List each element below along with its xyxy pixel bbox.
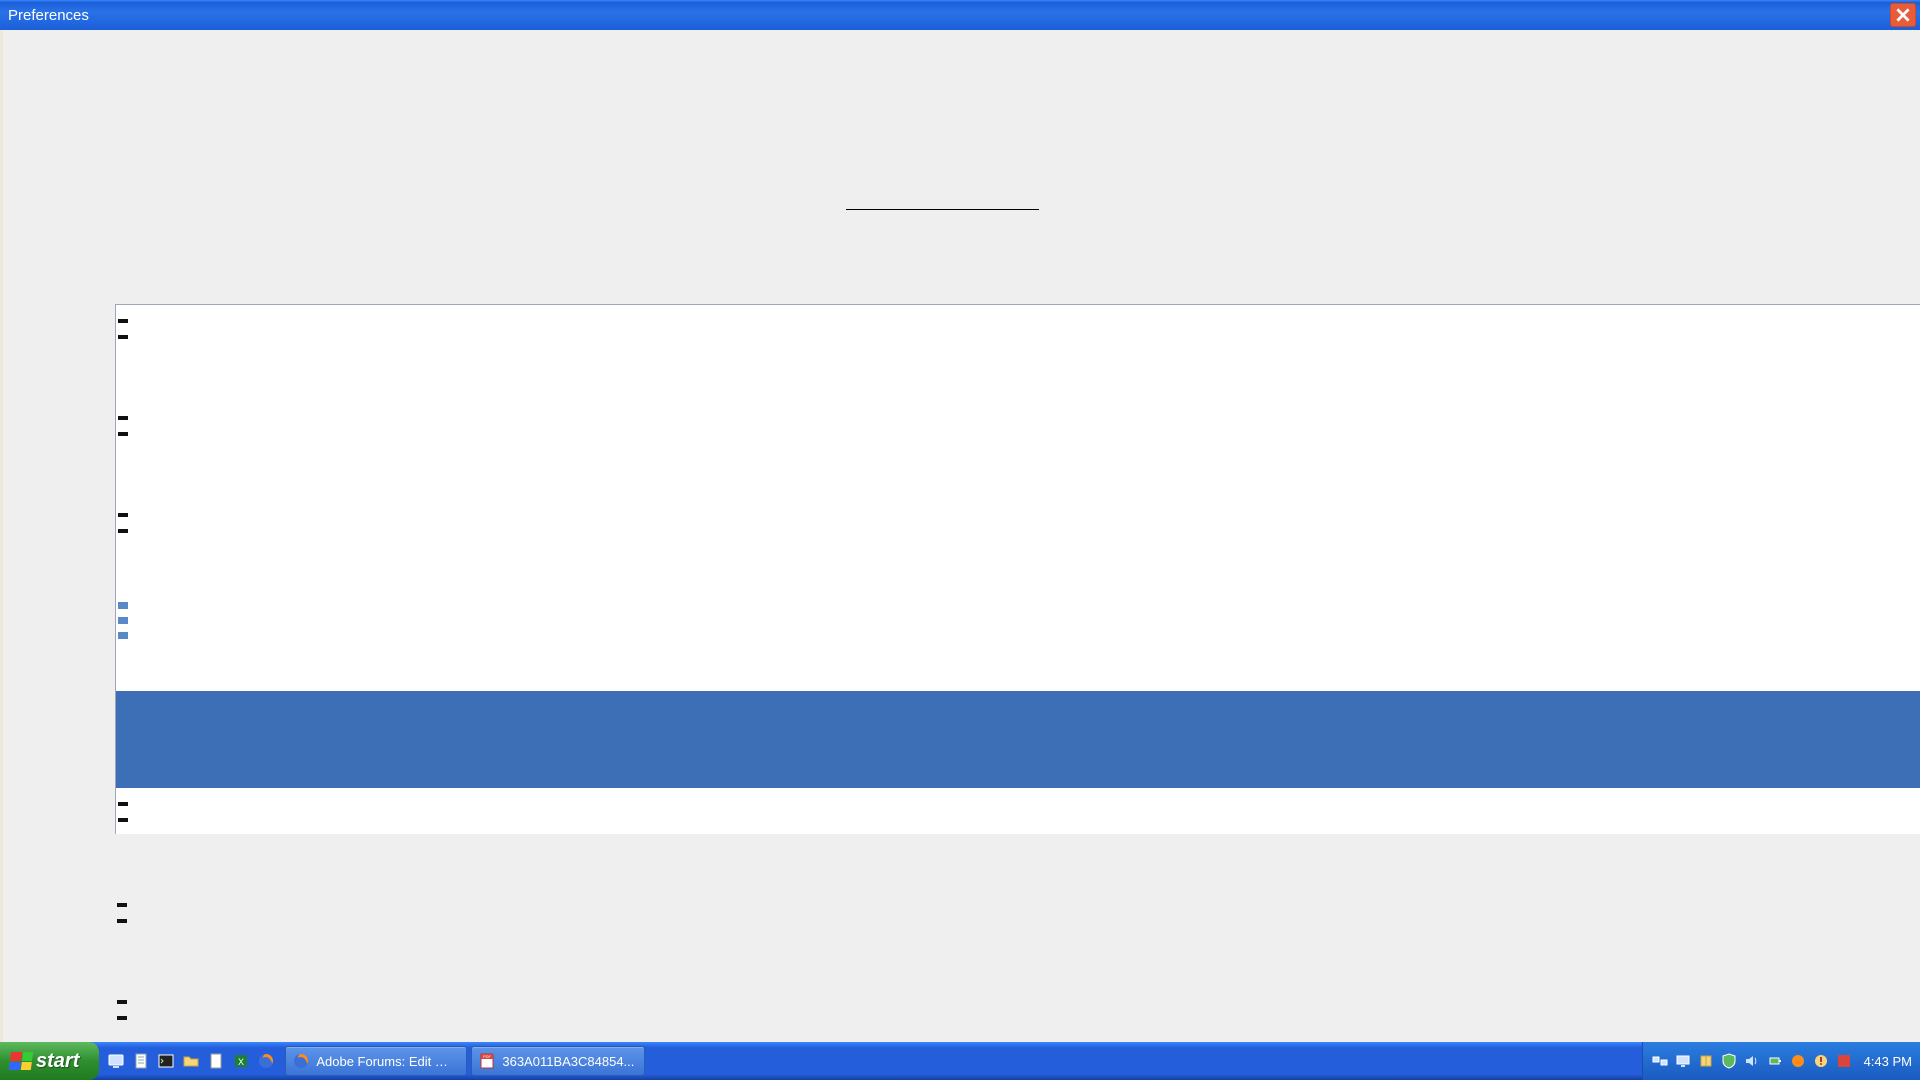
window-title: Preferences [8,7,89,24]
tray-app-icon[interactable] [1835,1052,1853,1070]
tray-av-icon[interactable] [1789,1052,1807,1070]
item-glyph [118,602,128,639]
list-item[interactable] [116,788,1920,834]
task-label: Adobe Forums: Edit M... [316,1054,456,1069]
list-item-selected[interactable] [116,691,1920,788]
list-item[interactable] [116,402,1920,499]
svg-text:X: X [238,1057,244,1067]
firefox-icon [292,1052,310,1070]
system-tray: 4:43 PM [1642,1042,1920,1080]
item-glyph [118,513,128,533]
list-item[interactable] [116,305,1920,402]
close-icon [1896,8,1910,22]
tray-zip-icon[interactable] [1697,1052,1715,1070]
folder-icon [183,1053,199,1069]
tray-power-icon[interactable] [1766,1052,1784,1070]
tray-volume-icon[interactable] [1743,1052,1761,1070]
categories-listbox[interactable] [115,304,1920,834]
ql-notepad[interactable] [130,1048,152,1074]
excel-icon: X [233,1053,249,1069]
ql-excel[interactable]: X [230,1048,252,1074]
start-label: start [36,1050,79,1073]
divider-line [846,209,1039,210]
item-glyph [118,802,128,822]
tray-update-icon[interactable] [1812,1052,1830,1070]
ql-explorer[interactable] [180,1048,202,1074]
taskbar-task-firefox[interactable]: Adobe Forums: Edit M... [285,1046,467,1076]
ql-show-desktop[interactable] [105,1048,127,1074]
item-glyph [117,903,127,923]
terminal-icon [158,1053,174,1069]
tray-network-icon[interactable] [1651,1052,1669,1070]
tray-monitor-icon[interactable] [1674,1052,1692,1070]
ql-terminal[interactable] [155,1048,177,1074]
list-item[interactable] [116,499,1920,596]
taskbar: start X Adobe Forums: Edit M... [0,1042,1920,1080]
start-button[interactable]: start [0,1042,99,1080]
quick-launch: X [99,1042,283,1080]
pdf-icon: PDF [478,1052,496,1070]
desktop-icon [108,1053,124,1069]
item-glyph [118,416,128,436]
taskbar-clock[interactable]: 4:43 PM [1858,1054,1912,1069]
item-glyph [117,1000,127,1020]
notepad-icon [133,1053,149,1069]
firefox-icon [258,1053,274,1069]
tray-shield-icon[interactable] [1720,1052,1738,1070]
svg-text:PDF: PDF [483,1054,492,1059]
windows-flag-icon [9,1052,34,1070]
ql-doc[interactable] [205,1048,227,1074]
close-button[interactable] [1890,3,1916,27]
document-icon [208,1053,224,1069]
task-label: 363A011BA3C84854... [502,1054,634,1069]
ql-firefox[interactable] [255,1048,277,1074]
taskbar-task-pdf[interactable]: PDF 363A011BA3C84854... [471,1046,645,1076]
titlebar: Preferences [0,0,1920,30]
item-glyph [118,319,128,339]
client-area [3,30,1920,1080]
